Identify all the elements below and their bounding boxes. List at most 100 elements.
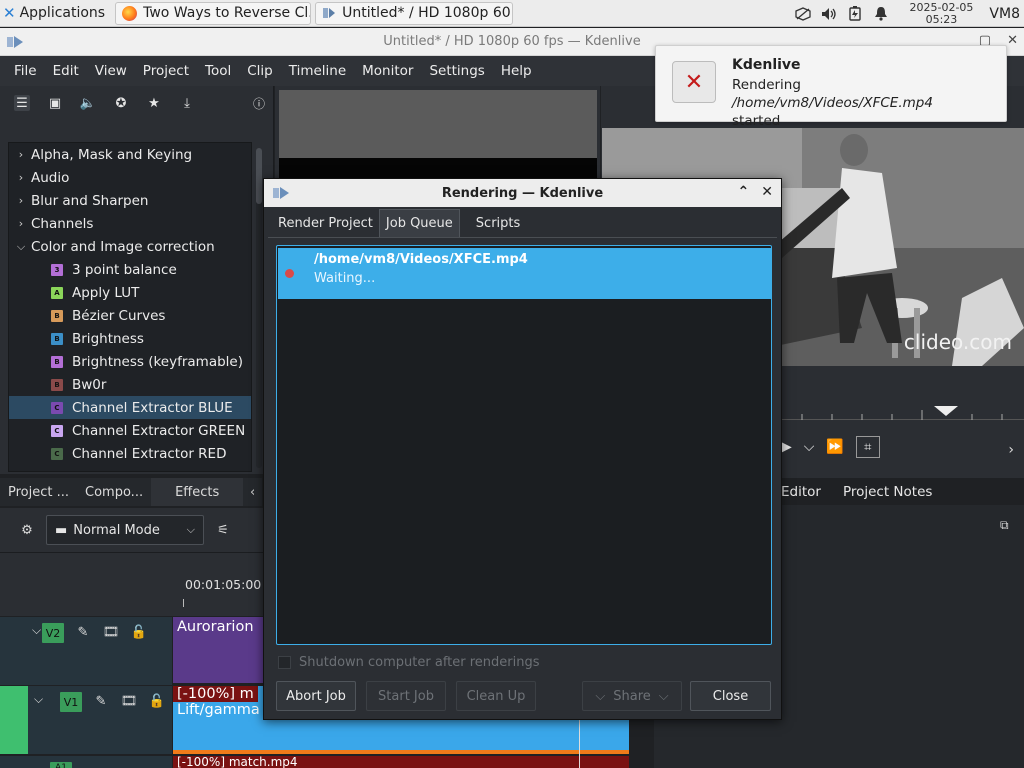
collapse-chevron-icon[interactable]: ⌵ <box>0 623 41 638</box>
audio-effects-icon[interactable]: 🔈 <box>80 95 96 111</box>
tab-render-project[interactable]: Render Project <box>272 209 379 237</box>
chevron-left-icon[interactable]: ‹ <box>243 478 262 506</box>
menu-help[interactable]: Help <box>493 63 540 79</box>
bell-icon[interactable] <box>873 7 889 21</box>
effects-category[interactable]: › Alpha, Mask and Keying <box>9 143 251 166</box>
effects-category[interactable]: › Audio <box>9 166 251 189</box>
effects-tree[interactable]: › Alpha, Mask and Keying › Audio › Blur and S… <box>8 142 252 472</box>
film-icon[interactable]: 🎞 <box>102 623 120 641</box>
lock-icon[interactable]: 🔓 <box>148 692 166 710</box>
user-menu[interactable]: VM8 <box>989 6 1020 22</box>
play-options-chevron-icon[interactable]: ⌵ <box>804 439 815 455</box>
menu-monitor[interactable]: Monitor <box>354 63 421 79</box>
download-icon[interactable]: ⤓ <box>179 95 195 111</box>
menu-settings[interactable]: Settings <box>421 63 492 79</box>
effect-item[interactable]: B Bw0r <box>9 373 251 396</box>
close-button[interactable]: Close <box>690 681 771 711</box>
clock[interactable]: 2025-02-05 05:23 <box>909 1 973 26</box>
keep-above-chevron-icon[interactable]: ⌃ <box>738 184 750 200</box>
job-row[interactable]: /home/vm8/Videos/XFCE.mp4 Waiting... <box>278 248 772 299</box>
crop-icon[interactable]: ⌗ <box>855 436 880 458</box>
chevron-right-icon[interactable]: › <box>11 171 31 184</box>
clip-monitor-screen[interactable] <box>279 90 597 158</box>
chevron-right-icon[interactable]: › <box>11 217 31 230</box>
effect-item[interactable]: C Chroma Hold <box>9 465 251 471</box>
effect-item[interactable]: B Bézier Curves <box>9 304 251 327</box>
chevron-down-icon[interactable]: ⌵ <box>11 240 31 254</box>
close-icon[interactable]: ✕ <box>761 184 773 200</box>
custom-effects-icon[interactable]: ✪ <box>113 95 129 111</box>
menu-edit[interactable]: Edit <box>45 63 87 79</box>
track-header-v1[interactable]: ⌵ V1 ✎ 🎞 🔓 <box>0 686 172 754</box>
menu-project[interactable]: Project <box>135 63 197 79</box>
favorites-star-icon[interactable]: ★ <box>146 95 162 111</box>
effect-item[interactable]: C Channel Extractor RED <box>9 442 251 465</box>
effects-category[interactable]: ⌵ Color and Image correction <box>9 235 251 258</box>
shutdown-checkbox[interactable] <box>278 656 291 669</box>
menu-timeline[interactable]: Timeline <box>281 63 354 79</box>
effects-scrollbar[interactable] <box>256 148 262 468</box>
effect-label: Bézier Curves <box>72 307 166 324</box>
chevron-right-icon[interactable]: › <box>11 148 31 161</box>
tab-job-queue[interactable]: Job Queue <box>378 209 460 237</box>
effects-wand-icon[interactable]: ✎ <box>74 623 92 641</box>
tab-project-bin[interactable]: Project ... <box>0 478 77 506</box>
tab-project-notes[interactable]: Project Notes <box>843 484 932 500</box>
chevron-right-icon[interactable]: › <box>1008 442 1014 458</box>
chevron-right-icon[interactable]: › <box>11 194 31 207</box>
sliders-icon[interactable]: ⚙ <box>18 521 36 539</box>
save-icon[interactable]: ⧉ <box>1000 518 1014 532</box>
menu-tool[interactable]: Tool <box>197 63 239 79</box>
list-icon[interactable]: ☰ <box>14 95 30 111</box>
effect-item[interactable]: A Apply LUT <box>9 281 251 304</box>
track-header-v2[interactable]: ⌵ V2 ✎ 🎞 🔓 <box>0 617 172 685</box>
effect-label: Color and Image correction <box>31 238 215 255</box>
menu-file[interactable]: File <box>6 63 45 79</box>
track-tag-v2[interactable]: V2 <box>42 623 64 643</box>
network-icon[interactable] <box>795 6 812 21</box>
magic-tool-icon[interactable]: ⚟ <box>214 521 232 539</box>
timeline-ruler[interactable]: 00:01:05:00 <box>0 552 264 616</box>
lock-icon[interactable]: 🔓 <box>130 623 148 641</box>
track-header-a1[interactable]: A1 <box>0 756 172 768</box>
effect-item[interactable]: B Brightness (keyframable) <box>9 350 251 373</box>
track-tag-a1[interactable]: A1 <box>50 762 72 768</box>
fast-forward-icon[interactable]: ⏩ <box>826 439 843 455</box>
applications-menu[interactable]: ✕ Applications <box>0 0 111 27</box>
tab-editor[interactable]: Editor <box>781 484 821 500</box>
close-icon[interactable]: ✕ <box>1007 33 1018 48</box>
tab-compositions[interactable]: Compo... <box>77 478 151 506</box>
battery-icon[interactable] <box>847 6 863 21</box>
job-queue-list[interactable]: /home/vm8/Videos/XFCE.mp4 Waiting... <box>276 245 772 645</box>
effects-category[interactable]: › Blur and Sharpen <box>9 189 251 212</box>
taskbar-task-firefox[interactable]: Two Ways to Reverse Cl... <box>115 1 312 25</box>
clean-up-button[interactable]: Clean Up <box>456 681 536 711</box>
share-button[interactable]: ⌵ Share ⌵ <box>582 681 682 711</box>
ruler-ticks <box>183 599 264 607</box>
effects-wand-icon[interactable]: ✎ <box>92 692 110 710</box>
info-icon[interactable]: ⓘ <box>253 95 265 112</box>
tab-effects[interactable]: Effects <box>151 478 244 506</box>
video-effects-icon[interactable]: ▣ <box>47 95 63 111</box>
abort-job-button[interactable]: Abort Job <box>276 681 356 711</box>
menu-view[interactable]: View <box>87 63 135 79</box>
menu-clip[interactable]: Clip <box>239 63 281 79</box>
track-tag-v1[interactable]: V1 <box>60 692 82 712</box>
tab-scripts[interactable]: Scripts <box>460 209 536 237</box>
render-notification[interactable]: ✕ Kdenlive Rendering /home/vm8/Videos/XF… <box>655 45 1007 129</box>
play-icon[interactable]: ▶ <box>781 439 792 455</box>
timeline-clip-v2[interactable]: Aurorarion <box>173 617 264 683</box>
effect-item[interactable]: 3 3 point balance <box>9 258 251 281</box>
volume-icon[interactable] <box>821 7 837 21</box>
scrollbar-thumb[interactable] <box>256 148 262 204</box>
timeline-mode-select[interactable]: ▬ Normal Mode ⌵ <box>46 515 204 545</box>
effect-item[interactable]: B Brightness <box>9 327 251 350</box>
start-job-button[interactable]: Start Job <box>366 681 446 711</box>
collapse-chevron-icon[interactable]: ⌵ <box>32 692 50 707</box>
film-icon[interactable]: 🎞 <box>120 692 138 710</box>
taskbar-task-kdenlive[interactable]: Untitled* / HD 1080p 60... <box>315 1 514 25</box>
effects-category[interactable]: › Channels <box>9 212 251 235</box>
effect-item[interactable]: C Channel Extractor GREEN <box>9 419 251 442</box>
effect-item[interactable]: C Channel Extractor BLUE <box>9 396 251 419</box>
timeline-clip-a1[interactable]: [-100%] match.mp4 <box>173 756 629 768</box>
